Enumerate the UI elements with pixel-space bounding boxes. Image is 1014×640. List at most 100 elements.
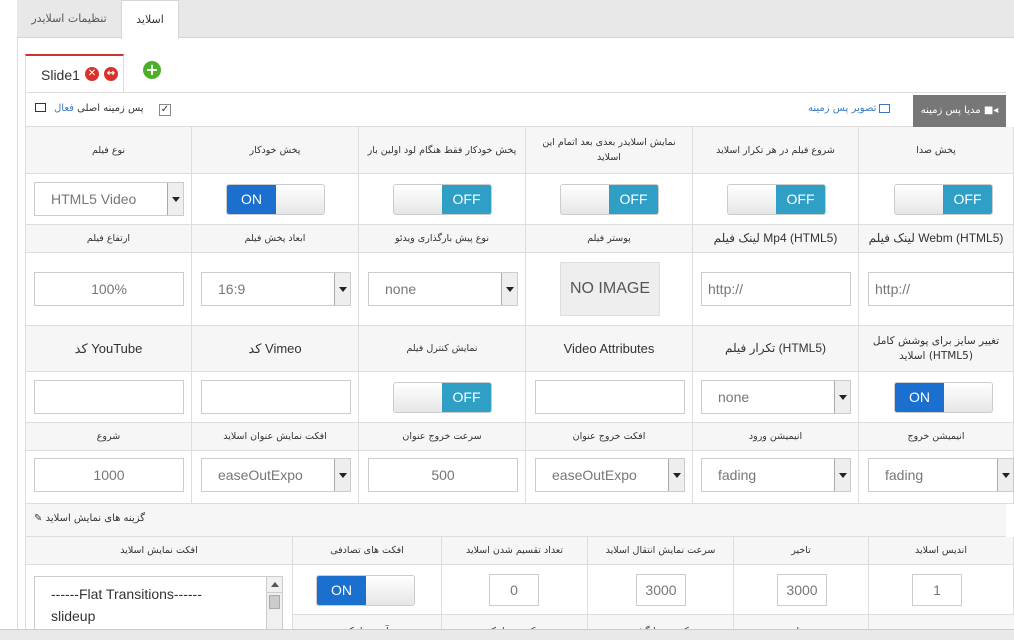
header-poster: پوستر فیلم — [526, 225, 693, 253]
scroll-thumb[interactable] — [269, 595, 280, 609]
aspect-value: 16:9 — [218, 281, 246, 297]
slot-amount-input[interactable]: 0 — [489, 574, 539, 606]
video-type-select[interactable]: HTML5 Video — [34, 182, 184, 216]
start-input[interactable]: 1000 — [34, 458, 184, 492]
delete-slide-icon[interactable]: ✕ — [85, 67, 99, 81]
header-transition-speed: سرعت نمایش انتقال اسلاید — [588, 537, 734, 565]
chevron-down-icon — [834, 381, 850, 413]
youtube-input[interactable] — [34, 380, 184, 414]
preload-select[interactable]: none — [368, 272, 518, 306]
header-video-type: نوع فیلم — [26, 127, 192, 174]
header-title-in-effect: افکت نمایش عنوان اسلاید — [192, 423, 359, 451]
anim-in-value: fading — [718, 467, 757, 483]
top-tab-bar: تنظیمات اسلایدر اسلاید — [17, 0, 1014, 39]
slide-tab-1[interactable]: Slide1 ✕ ↔ — [25, 54, 124, 92]
header-restart-video: شروع فیلم در هر تکرار اسلاید — [693, 127, 859, 174]
list-item[interactable]: ------Flat Transitions------ — [35, 577, 282, 605]
aspect-select[interactable]: 16:9 — [201, 272, 351, 306]
title-out-effect-select[interactable]: easeOutExpo — [535, 458, 685, 492]
background-media-label: مدیا پس زمینه — [920, 105, 981, 116]
header-anim-in: انیمیشن ورود — [693, 423, 859, 451]
header-title-out-speed: سرعت خروج عنوان — [359, 423, 526, 451]
header-autoplay: پخش خودکار — [192, 127, 359, 174]
anim-in-select[interactable]: fading — [701, 458, 851, 492]
chevron-down-icon — [167, 183, 183, 215]
tab-slider-settings[interactable]: تنظیمات اسلایدر — [21, 0, 117, 38]
slide-tab-label: Slide1 — [41, 67, 80, 83]
header-anim-out: انیمیشن خروج — [859, 423, 1014, 451]
video-height-input[interactable]: 100% — [34, 272, 184, 306]
header-loop: تکرار فیلم (HTML5) — [693, 326, 859, 372]
chevron-down-icon — [501, 273, 517, 305]
anim-out-select[interactable]: fading — [868, 458, 1014, 492]
video-type-value: HTML5 Video — [51, 191, 137, 207]
background-image-label: تصویر پس زمینه — [808, 103, 877, 114]
slide-options-bar — [26, 504, 1006, 537]
header-play-sound: پخش صدا — [859, 127, 1014, 174]
loop-value: none — [718, 389, 750, 405]
page: تنظیمات اسلایدر اسلاید Slide1 ✕ ↔ + مدیا… — [0, 0, 1014, 640]
header-slot-amount: تعداد تقسیم شدن اسلاید — [442, 537, 588, 565]
header-aspect: ابعاد پخش فیلم — [192, 225, 359, 253]
settings-icon: ✎ — [34, 513, 43, 524]
header-autoplay-first: پخش خودکار فقط هنگام لود اولین بار — [359, 127, 526, 174]
picture-icon — [35, 103, 46, 112]
webm-link-input[interactable]: http:// — [868, 272, 1014, 306]
main-background-text: پس زمینه اصلی — [77, 103, 144, 114]
header-next-after-end: نمایش اسلایدر بعدی بعد اتمام این اسلاید — [526, 127, 693, 174]
active-link[interactable]: فعال — [54, 103, 74, 114]
chevron-down-icon — [668, 459, 684, 491]
tab-background-image[interactable]: تصویر پس زمینه — [808, 103, 891, 114]
poster-image[interactable]: NO IMAGE — [560, 262, 660, 316]
autoplay-toggle[interactable]: ON — [226, 184, 325, 215]
random-effects-toggle[interactable]: ON — [316, 575, 415, 606]
header-mp4-link: لینک فیلم Mp4 (HTML5) — [693, 225, 859, 253]
delay-input[interactable]: 3000 — [777, 574, 827, 606]
loop-select[interactable]: none — [701, 380, 851, 414]
next-after-end-toggle[interactable]: OFF — [560, 184, 659, 215]
header-video-height: ارتفاع فیلم — [26, 225, 192, 253]
move-slide-icon[interactable]: ↔ — [104, 67, 118, 81]
show-controls-toggle[interactable]: OFF — [393, 382, 492, 413]
main-background-checkbox[interactable]: ✓ — [159, 104, 171, 116]
header-title-out-effect: افکت خروج عنوان — [526, 423, 693, 451]
tab-background-media[interactable]: مدیا پس زمینه ■◂ — [913, 95, 1006, 127]
autoplay-first-toggle[interactable]: OFF — [393, 184, 492, 215]
header-youtube: کد YouTube — [26, 326, 192, 372]
header-random-effects: افکت های تصادفی — [293, 537, 442, 565]
horizontal-scrollbar[interactable] — [0, 629, 1014, 640]
restart-video-toggle[interactable]: OFF — [727, 184, 826, 215]
fullsize-toggle[interactable]: ON — [894, 382, 993, 413]
title-in-effect-value: easeOutExpo — [218, 467, 303, 483]
main-background-label: پس زمینه اصلی فعال — [54, 103, 144, 114]
slide-options-label: ✎ گزینه های نمایش اسلاید — [34, 513, 145, 524]
vimeo-input[interactable] — [201, 380, 351, 414]
title-in-effect-select[interactable]: easeOutExpo — [201, 458, 351, 492]
chevron-down-icon — [334, 459, 350, 491]
header-slide-effect: افکت نمایش اسلاید — [26, 537, 293, 565]
transition-speed-input[interactable]: 3000 — [636, 574, 686, 606]
slide-options-text: گزینه های نمایش اسلاید — [45, 513, 146, 524]
video-camera-icon: ■◂ — [983, 105, 999, 116]
play-sound-toggle[interactable]: OFF — [894, 184, 993, 215]
video-attributes-input[interactable] — [535, 380, 685, 414]
tab-slides[interactable]: اسلاید — [121, 0, 179, 39]
preload-value: none — [385, 281, 417, 297]
anim-out-value: fading — [885, 467, 924, 483]
header-start: شروع — [26, 423, 192, 451]
title-out-speed-input[interactable]: 500 — [368, 458, 518, 492]
header-fullsize: تغییر سایز برای پوشش کامل اسلاید (HTML5) — [859, 326, 1014, 372]
header-video-attributes: Video Attributes — [526, 326, 693, 372]
chevron-down-icon — [334, 273, 350, 305]
header-preload: نوع پیش بارگذاری ویدئو — [359, 225, 526, 253]
header-webm-link: لینک فیلم Webm (HTML5) — [859, 225, 1014, 253]
chevron-down-icon — [834, 459, 850, 491]
add-slide-icon[interactable]: + — [143, 61, 161, 79]
slide-index-input[interactable]: 1 — [912, 574, 962, 606]
header-delay: تاخیر — [734, 537, 869, 565]
list-item[interactable]: slideup — [35, 605, 282, 627]
header-show-controls: نمایش کنترل فیلم — [359, 326, 526, 372]
header-vimeo: کد Vimeo — [192, 326, 359, 372]
scroll-up-icon[interactable] — [267, 577, 282, 593]
mp4-link-input[interactable]: http:// — [701, 272, 851, 306]
